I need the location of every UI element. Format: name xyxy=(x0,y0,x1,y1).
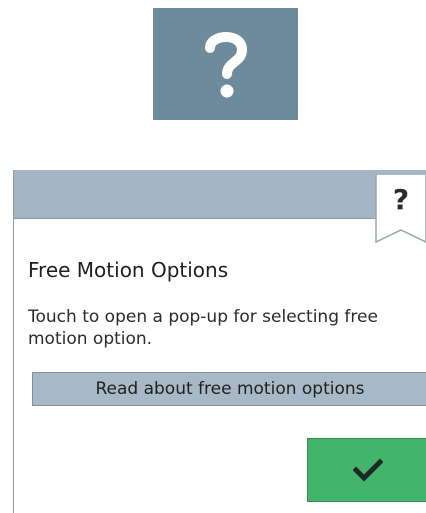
help-popup: ? Free Motion Options Touch to open a po… xyxy=(13,170,426,513)
ok-button[interactable] xyxy=(307,438,426,502)
popup-description: Touch to open a pop-up for selecting fre… xyxy=(28,307,378,349)
help-tab[interactable]: ? xyxy=(375,174,426,244)
popup-header xyxy=(14,170,426,219)
question-mark-icon xyxy=(204,32,247,98)
read-about-button[interactable]: Read about free motion options xyxy=(32,372,426,406)
checkmark-icon xyxy=(352,458,383,482)
read-about-button-label: Read about free motion options xyxy=(95,379,365,399)
help-tab-symbol: ? xyxy=(392,183,410,216)
help-button[interactable] xyxy=(153,8,298,120)
help-screen: ? Free Motion Options Touch to open a po… xyxy=(0,0,426,513)
popup-title: Free Motion Options xyxy=(28,258,229,282)
